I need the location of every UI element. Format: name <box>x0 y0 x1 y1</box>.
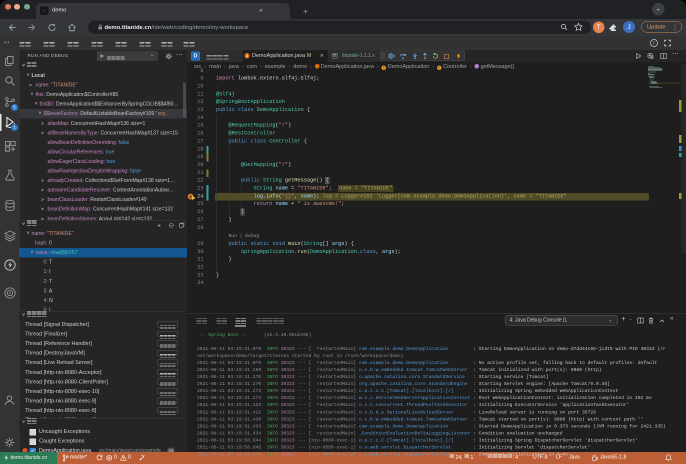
svg-text:!: ! <box>653 41 654 47</box>
